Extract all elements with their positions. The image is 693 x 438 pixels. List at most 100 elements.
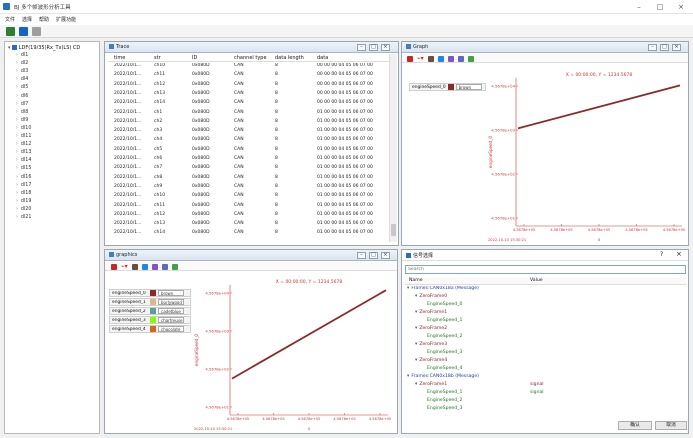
tree-item[interactable]: › dl5	[16, 85, 28, 90]
col-str[interactable]: str	[154, 55, 161, 61]
expand-arrow-icon[interactable]: ›	[16, 158, 18, 163]
ok-button[interactable]: 确认	[618, 421, 652, 430]
graph1-plot[interactable]: X = 00:00:00, Y = 1234.5678 engineSpeed_0…	[486, 68, 686, 242]
table-row[interactable]: 2022/10/1... ch12 0x080D CAN 8 00 00 00 04 05…	[108, 82, 389, 91]
expand-arrow-icon[interactable]: ›	[16, 69, 18, 74]
signal-tree-item[interactable]: ▾ ZeroFrame4	[415, 358, 447, 363]
tree-item[interactable]: › dl7	[16, 102, 28, 107]
col-channel-type[interactable]: channel type	[234, 55, 267, 61]
tree-item[interactable]: › dl11	[16, 134, 31, 139]
trace-maximize-button[interactable]: □	[369, 44, 378, 51]
expand-arrow-icon[interactable]: ›	[16, 199, 18, 204]
graph1-close-button[interactable]: ×	[672, 44, 681, 51]
dialog-help-button[interactable]: ?	[660, 251, 663, 258]
cancel-button[interactable]: 取消	[655, 421, 687, 430]
zoom-out-icon[interactable]	[457, 55, 464, 62]
graph2-close-button[interactable]: ×	[381, 252, 390, 259]
signal-tree-item[interactable]: ▾ ZeroFrame2	[415, 326, 447, 331]
table-row[interactable]: 2022/10/1... ch7 0x080D CAN 8 01 00 00 04 05 …	[108, 165, 389, 174]
table-row[interactable]: 2022/10/1... ch12 0x080D CAN 8 01 00 00 04 05…	[108, 212, 389, 221]
col-id[interactable]: ID	[192, 55, 197, 61]
expand-arrow-icon[interactable]: ›	[16, 85, 18, 90]
expand-arrow-icon[interactable]: ›	[16, 183, 18, 188]
tree-item[interactable]: › dl19	[16, 199, 31, 204]
tree-item[interactable]: › dl17	[16, 183, 31, 188]
stop-icon[interactable]	[407, 55, 413, 62]
table-row[interactable]: 2022/10/1... ch10 0x080D CAN 8 00 00 00 04 05…	[108, 63, 389, 72]
graph1-maximize-button[interactable]: □	[660, 44, 669, 51]
graph1-signal-color-select[interactable]: brown	[455, 84, 482, 90]
table-row[interactable]: 2022/10/1... ch6 0x080D CAN 8 01 00 00 04 05 …	[108, 156, 389, 165]
signal-search-input[interactable]	[405, 265, 686, 274]
stop-icon[interactable]	[111, 263, 117, 270]
tree-item[interactable]: › dl21	[16, 215, 31, 220]
maximize-icon[interactable]: □	[651, 2, 669, 12]
expand-arrow-icon[interactable]: ›	[16, 134, 18, 139]
scale-icon[interactable]	[131, 263, 138, 270]
settings-icon[interactable]	[32, 27, 41, 36]
menu-file[interactable]: 文件	[5, 16, 15, 23]
expand-arrow-icon[interactable]: ▾	[415, 326, 417, 331]
menu-extensions[interactable]: 扩展功能	[56, 16, 76, 23]
expand-arrow-icon[interactable]: ›	[16, 191, 18, 196]
close-window-icon[interactable]: ×	[672, 2, 690, 12]
table-row[interactable]: 2022/10/1... ch9 0x080D CAN 8 01 00 00 04 05 …	[108, 184, 389, 193]
signal-tree-item[interactable]: EngineSpeed_2	[423, 398, 462, 403]
signal-tree-item[interactable]: ▾ Frames:CAN0x18a (Message)	[407, 286, 479, 291]
cursor-mode-icon[interactable]: ⌁▾	[417, 55, 424, 62]
signal-tree-item[interactable]: ▾ ZeroFrame1	[415, 310, 447, 315]
expand-arrow-icon[interactable]: ›	[16, 77, 18, 82]
graph2-signal-row[interactable]: engineSpeed_0 brown	[109, 289, 191, 297]
graph1-signal-row[interactable]: engineSpeed_0 brown	[409, 83, 486, 91]
zoom-in-icon[interactable]	[447, 55, 454, 62]
expand-arrow-icon[interactable]: ›	[16, 175, 18, 180]
graph2-signal-row[interactable]: engineSpeed_1 burlywood	[109, 298, 191, 306]
tree-item[interactable]: › dl18	[16, 191, 31, 196]
open-file-icon[interactable]	[6, 27, 15, 36]
col-value[interactable]: Value	[530, 278, 543, 283]
tree-item[interactable]: › dl16	[16, 175, 31, 180]
tree-item[interactable]: › dl14	[16, 158, 31, 163]
tree-item[interactable]: › dl20	[16, 207, 31, 212]
trace-vscroll[interactable]	[389, 54, 397, 242]
trace-vscroll-thumb[interactable]	[391, 224, 396, 236]
export-icon[interactable]	[171, 263, 178, 270]
graph2-signal-row[interactable]: engineSpeed_3 chartreuse	[109, 316, 191, 324]
menu-help[interactable]: 帮助	[39, 16, 49, 23]
expand-arrow-icon[interactable]: ›	[16, 102, 18, 107]
table-row[interactable]: 2022/10/1... ch4 0x080D CAN 8 01 00 00 04 05 …	[108, 137, 389, 146]
signal-tree-item[interactable]: EngineSpeed_3	[423, 406, 462, 411]
cursor-mode-icon[interactable]: ⌁▾	[121, 263, 128, 270]
expand-arrow-icon[interactable]: ›	[16, 118, 18, 123]
table-row[interactable]: 2022/10/1... ch11 0x080D CAN 8 00 00 00 04 05…	[108, 72, 389, 81]
tree-item[interactable]: › dl3	[16, 69, 28, 74]
table-row[interactable]: 2022/10/1... ch11 0x080D CAN 8 01 00 00 04 05…	[108, 203, 389, 212]
signal-tree-item[interactable]: EngineSpeed_2	[423, 334, 462, 339]
expand-arrow-icon[interactable]: ›	[16, 126, 18, 131]
fit-icon[interactable]	[437, 55, 444, 62]
signal-color-select[interactable]: chocolate	[158, 326, 184, 332]
expand-arrow-icon[interactable]: ▾	[415, 342, 417, 347]
graph2-minimize-button[interactable]: –	[357, 252, 366, 259]
tree-item[interactable]: › dl15	[16, 166, 31, 171]
signal-tree-item[interactable]: ▾ ZeroFrame0	[415, 294, 447, 299]
tree-item[interactable]: › dl4	[16, 77, 28, 82]
graph1-minimize-button[interactable]: –	[648, 44, 657, 51]
signal-tree-item[interactable]: ▾ ZeroFrame3	[415, 342, 447, 347]
tree-item[interactable]: › dl12	[16, 142, 31, 147]
expand-arrow-icon[interactable]: ›	[16, 110, 18, 115]
table-row[interactable]: 2022/10/1... ch14 0x080D CAN 8 00 00 00 04 05…	[108, 100, 389, 109]
menu-select[interactable]: 选择	[22, 16, 32, 23]
tree-item[interactable]: › dl10	[16, 126, 31, 131]
tree-item[interactable]: › dl6	[16, 94, 28, 99]
signal-tree-item[interactable]: EngineSpeed_3	[423, 350, 462, 355]
trace-minimize-button[interactable]: –	[357, 44, 366, 51]
tree-item[interactable]: › dl9	[16, 118, 28, 123]
table-row[interactable]: 2022/10/1... ch1 0x080D CAN 8 01 00 00 04 05 …	[108, 110, 389, 119]
tree-root[interactable]: ▾ LDF(19/35)Rx_Tx(LS) CD	[8, 45, 80, 51]
expand-arrow-icon[interactable]: ▾	[407, 286, 409, 291]
minimize-icon[interactable]: –	[630, 2, 648, 12]
table-row[interactable]: 2022/10/1... ch3 0x080D CAN 8 01 00 00 04 05 …	[108, 128, 389, 137]
tree-item[interactable]: › dl13	[16, 150, 31, 155]
fit-icon[interactable]	[141, 263, 148, 270]
